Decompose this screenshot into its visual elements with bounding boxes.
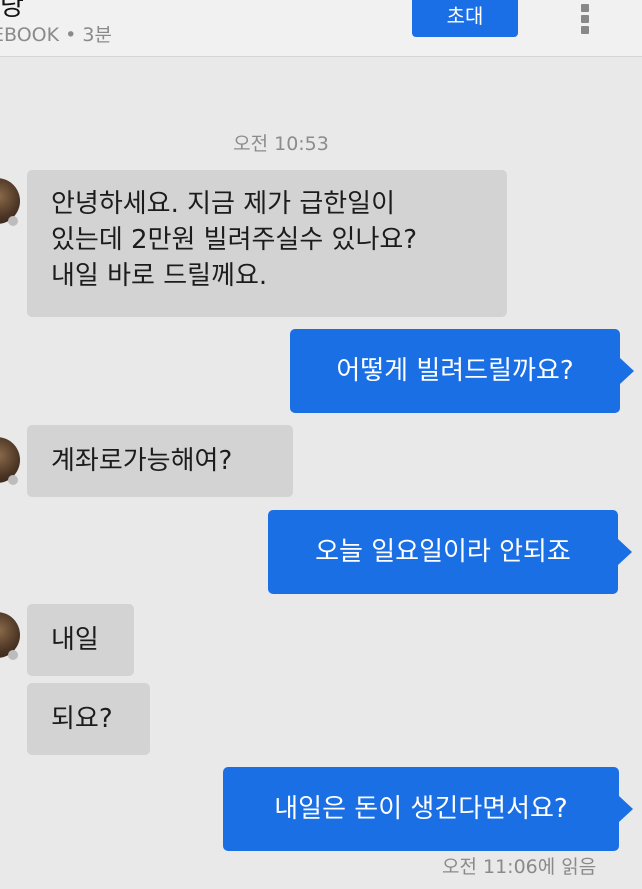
incoming-message-bubble: 안녕하세요. 지금 제가 급한일이 있는데 2만원 빌려주실수 있나요? 내일 … — [27, 170, 507, 317]
message-text: 오늘 일요일이라 안되죠 — [315, 537, 571, 567]
incoming-message-bubble: 되요? — [27, 683, 150, 755]
message-text: 어떻게 빌려드릴까요? — [336, 356, 574, 386]
thread-timestamp: 오전 10:53 — [233, 133, 329, 155]
outgoing-message-bubble: 어떻게 빌려드릴까요? — [290, 329, 634, 413]
contact-source: EBOOK • 3분 — [0, 24, 112, 46]
sender-avatar[interactable] — [0, 437, 20, 485]
outgoing-message-bubble: 오늘 일요일이라 안되죠 — [268, 510, 632, 594]
chat-header: 낭 EBOOK • 3분 초대 — [0, 0, 642, 57]
presence-dot — [8, 475, 18, 485]
incoming-message-bubble: 계좌로가능해여? — [27, 425, 293, 497]
outgoing-message-bubble: 내일은 돈이 생긴다면서요? — [223, 767, 633, 851]
incoming-message-bubble: 내일 — [27, 604, 134, 676]
read-receipt: 오전 11:06에 읽음 — [442, 856, 597, 878]
presence-dot — [8, 650, 18, 660]
overflow-menu-icon[interactable] — [578, 4, 592, 34]
sender-avatar[interactable] — [0, 612, 20, 660]
presence-dot — [8, 216, 18, 226]
sender-avatar[interactable] — [0, 178, 20, 226]
invite-button[interactable]: 초대 — [412, 0, 518, 37]
message-text: 내일은 돈이 생긴다면서요? — [274, 794, 568, 824]
